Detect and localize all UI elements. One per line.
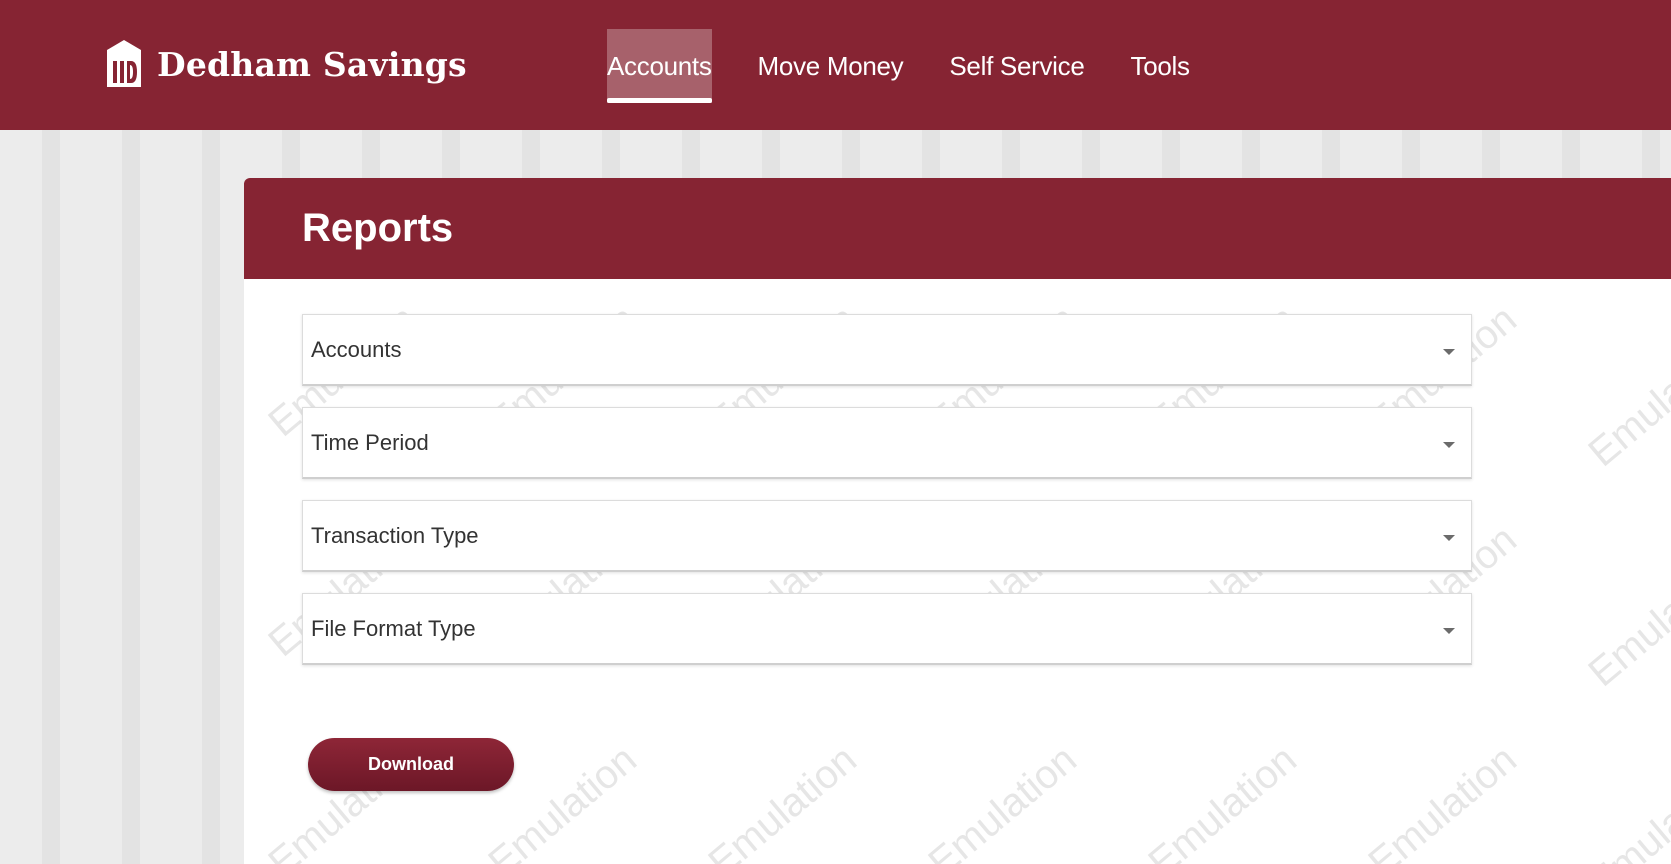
nav-item-self-service[interactable]: Self Service — [949, 29, 1084, 103]
nav-item-tools[interactable]: Tools — [1131, 29, 1191, 103]
watermark-text: Emulation — [1360, 737, 1525, 864]
transaction-type-select[interactable]: Transaction Type — [302, 500, 1472, 572]
file-format-type-select[interactable]: File Format Type — [302, 593, 1472, 665]
chevron-down-icon — [1443, 442, 1455, 448]
download-button[interactable]: Download — [308, 738, 514, 791]
bank-building-icon — [107, 40, 141, 87]
page-title: Reports — [302, 206, 454, 250]
watermark-text: Emulation — [1580, 327, 1671, 476]
time-period-select-label: Time Period — [311, 429, 429, 455]
reports-header: Reports — [244, 178, 1671, 279]
watermark-text: Emulation — [1140, 737, 1305, 864]
nav-item-accounts[interactable]: Accounts — [607, 29, 712, 103]
chevron-down-icon — [1443, 535, 1455, 541]
nav-item-move-money[interactable]: Move Money — [758, 29, 904, 103]
main-nav: Accounts Move Money Self Service Tools — [607, 29, 1236, 103]
watermark-text: Emulation — [920, 737, 1085, 864]
brand-name: Dedham Savings — [157, 44, 467, 84]
top-navigation-bar: Dedham Savings Accounts Move Money Self … — [0, 0, 1671, 130]
time-period-select[interactable]: Time Period — [302, 407, 1472, 479]
accounts-select[interactable]: Accounts — [302, 314, 1472, 386]
accounts-select-label: Accounts — [311, 336, 402, 362]
chevron-down-icon — [1443, 628, 1455, 634]
transaction-type-select-label: Transaction Type — [311, 522, 479, 548]
watermark-text: Emulation — [1580, 547, 1671, 696]
watermark-text: Emulation — [1580, 757, 1671, 864]
watermark-text: Emulation — [700, 737, 865, 864]
report-form: Accounts Time Period Transaction Type Fi… — [302, 314, 1472, 686]
reports-card: Reports Emulation Emulation Emulation Em… — [244, 178, 1671, 864]
brand-logo-link[interactable]: Dedham Savings — [103, 38, 467, 90]
file-format-type-select-label: File Format Type — [311, 615, 476, 641]
chevron-down-icon — [1443, 349, 1455, 355]
